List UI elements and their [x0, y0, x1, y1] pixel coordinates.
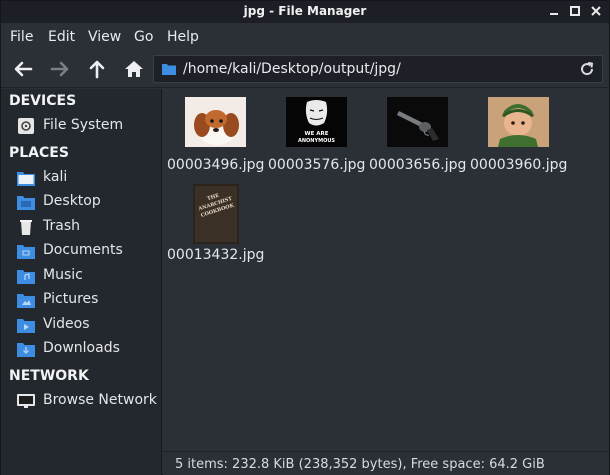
- close-button[interactable]: [588, 3, 604, 19]
- sidebar-item-label: Trash: [43, 218, 80, 234]
- sidebar-item-browse-network[interactable]: Browse Network: [15, 390, 160, 412]
- downloads-folder-icon: [17, 343, 35, 357]
- file-name: 00003656.jpg: [369, 157, 467, 173]
- sidebar-item-desktop[interactable]: Desktop: [15, 191, 160, 213]
- menu-view[interactable]: View: [88, 29, 121, 45]
- maximize-button[interactable]: [567, 3, 583, 19]
- drive-icon: [18, 118, 34, 134]
- reload-icon[interactable]: [578, 60, 596, 78]
- file-item[interactable]: WE ARE ANONYMOUS 00003576.jpg: [268, 89, 365, 173]
- left-arrow-icon: [14, 61, 33, 77]
- sidebar-item-label: kali: [43, 169, 68, 185]
- right-arrow-icon: [50, 61, 69, 77]
- file-thumbnail-book-cover: THE ANARCHIST COOKBOOK: [193, 184, 239, 244]
- menu-edit[interactable]: Edit: [48, 29, 75, 45]
- sidebar-item-pictures[interactable]: Pictures: [15, 289, 160, 311]
- location-bar[interactable]: /home/kali/Desktop/output/jpg/: [153, 55, 603, 83]
- up-arrow-icon: [89, 60, 105, 79]
- up-button[interactable]: [85, 57, 109, 81]
- thumb-text-line-2: ANONYMOUS: [298, 138, 335, 144]
- minimize-icon: [550, 13, 558, 15]
- sidebar-item-documents[interactable]: Documents: [15, 240, 160, 262]
- file-name: 00003496.jpg: [167, 157, 265, 173]
- sidebar-item-videos[interactable]: Videos: [15, 314, 160, 336]
- location-path[interactable]: /home/kali/Desktop/output/jpg/: [183, 61, 401, 77]
- file-thumbnail-anonymous: WE ARE ANONYMOUS: [286, 97, 347, 147]
- sidebar-item-music[interactable]: Music: [15, 265, 160, 287]
- documents-folder-icon: [17, 245, 35, 259]
- menu-help[interactable]: Help: [167, 29, 199, 45]
- window-title: jpg - File Manager: [243, 4, 367, 18]
- thumb-text-line-1: WE ARE: [305, 131, 329, 137]
- sidebar: DEVICES File System PLACES kali Desktop: [1, 89, 162, 475]
- menu-go[interactable]: Go: [134, 29, 153, 45]
- minimize-button[interactable]: [546, 3, 562, 19]
- home-folder-icon: [17, 172, 35, 186]
- network-header: NETWORK: [9, 368, 89, 384]
- sidebar-item-label: Documents: [43, 242, 123, 258]
- status-text: 5 items: 232.8 KiB (238,352 bytes), Free…: [175, 457, 545, 472]
- forward-button[interactable]: [48, 57, 72, 81]
- file-view[interactable]: 00003496.jpg WE ARE ANONYMOUS 00003576.j…: [163, 89, 609, 449]
- videos-folder-icon: [17, 319, 35, 333]
- file-manager-window: jpg - File Manager File Edit View Go Hel…: [0, 0, 610, 475]
- sidebar-item-label: Videos: [43, 316, 90, 332]
- music-folder-icon: [17, 270, 35, 284]
- trash-icon: [20, 220, 32, 235]
- file-item[interactable]: 00003656.jpg: [369, 89, 466, 173]
- sidebar-item-label: Music: [43, 267, 83, 283]
- folder-icon: [162, 64, 176, 75]
- menu-bar: File Edit View Go Help: [1, 23, 609, 51]
- sidebar-item-label: File System: [43, 117, 124, 133]
- menu-file[interactable]: File: [10, 29, 33, 45]
- title-bar[interactable]: jpg - File Manager: [1, 1, 609, 23]
- file-name: 00003960.jpg: [470, 157, 568, 173]
- file-item[interactable]: 00003960.jpg: [470, 89, 567, 173]
- desktop-folder-icon: [17, 196, 35, 210]
- devices-header: DEVICES: [9, 93, 77, 109]
- sidebar-item-label: Pictures: [43, 291, 99, 307]
- file-name: 00013432.jpg: [167, 247, 265, 263]
- file-thumbnail-puppy: [185, 97, 246, 147]
- home-icon: [125, 61, 143, 77]
- file-item[interactable]: 00003496.jpg: [167, 89, 264, 173]
- status-bar: 5 items: 232.8 KiB (238,352 bytes), Free…: [163, 451, 609, 475]
- sidebar-item-downloads[interactable]: Downloads: [15, 338, 160, 360]
- sidebar-item-label: Desktop: [43, 193, 101, 209]
- maximize-icon: [570, 6, 580, 16]
- back-button[interactable]: [11, 57, 35, 81]
- home-button[interactable]: [122, 57, 146, 81]
- sidebar-item-label: Downloads: [43, 340, 120, 356]
- pictures-folder-icon: [17, 294, 35, 308]
- sidebar-item-kali[interactable]: kali: [15, 167, 160, 189]
- file-thumbnail-child-with-cap: [488, 97, 549, 147]
- sidebar-item-label: Browse Network: [43, 392, 157, 408]
- places-header: PLACES: [9, 145, 69, 161]
- file-item[interactable]: THE ANARCHIST COOKBOOK 00013432.jpg: [167, 179, 264, 263]
- close-icon: [591, 6, 601, 16]
- file-thumbnail-revolver: [387, 97, 448, 147]
- file-name: 00003576.jpg: [268, 157, 366, 173]
- toolbar: /home/kali/Desktop/output/jpg/: [1, 51, 609, 88]
- network-icon: [17, 394, 35, 408]
- sidebar-item-trash[interactable]: Trash: [15, 216, 160, 238]
- sidebar-item-file-system[interactable]: File System: [15, 115, 160, 137]
